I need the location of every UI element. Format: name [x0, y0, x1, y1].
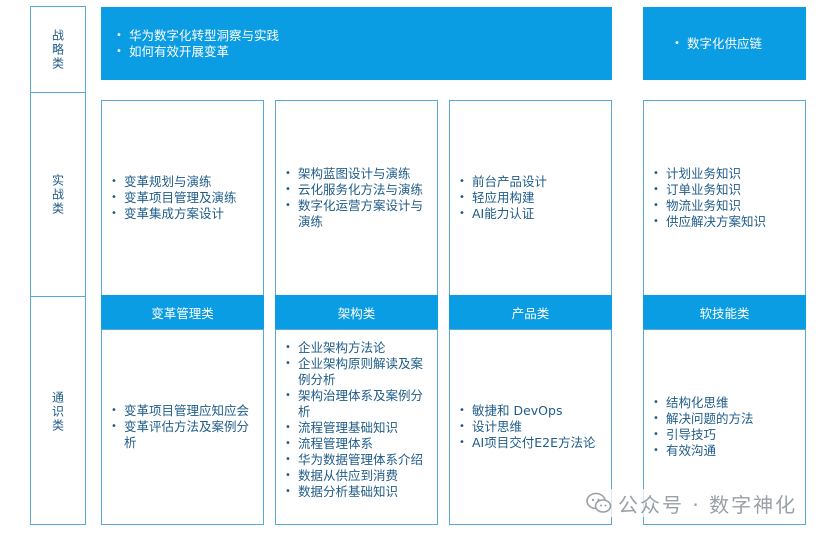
practice-change-box: 变革规划与演练 变革项目管理及演练 变革集成方案设计 — [101, 100, 264, 296]
practice-supply-list: 计划业务知识 订单业务知识 物流业务知识 供应解决方案知识 — [648, 166, 799, 230]
header-soft-skills: 软技能类 — [643, 295, 806, 330]
general-architecture-box: 企业架构方法论 企业架构原则解读及案例分析 架构治理体系及案例分析 流程管理基础… — [275, 329, 438, 525]
category-strategy: 战略类 — [31, 7, 85, 93]
list-item: 结构化思维 — [648, 395, 799, 411]
strategy-right-list: 数字化供应链 — [669, 36, 806, 52]
list-item: 变革集成方案设计 — [106, 206, 257, 222]
list-item: 数字化运营方案设计与演练 — [280, 198, 429, 230]
list-item: 流程管理体系 — [280, 436, 429, 452]
list-item: 云化服务化方法与演练 — [280, 182, 429, 198]
category-practice: 实战类 — [31, 93, 85, 297]
category-label-practice: 实战类 — [50, 173, 65, 216]
general-change-list: 变革项目管理应知应会 变革评估方法及案例分析 — [106, 403, 255, 451]
list-item: 前台产品设计 — [454, 174, 603, 190]
list-item: 敏捷和 DevOps — [454, 403, 603, 419]
strategy-main-band: 华为数字化转型洞察与实践 如何有效开展变革 — [101, 7, 612, 80]
watermark: 公众号 · 数字神化 — [582, 489, 802, 517]
list-item: 流程管理基础知识 — [280, 420, 429, 436]
list-item: 架构治理体系及案例分析 — [280, 388, 429, 420]
list-item: 企业架构原则解读及案例分析 — [280, 356, 429, 388]
list-item: 物流业务知识 — [648, 198, 799, 214]
practice-architecture-box: 架构蓝图设计与演练 云化服务化方法与演练 数字化运营方案设计与演练 — [275, 100, 438, 296]
list-item: AI项目交付E2E方法论 — [454, 435, 603, 451]
wechat-icon — [586, 492, 612, 513]
list-item: 供应解决方案知识 — [648, 214, 799, 230]
list-item: 企业架构方法论 — [280, 340, 429, 356]
category-label-general: 通识类 — [50, 390, 65, 433]
list-item: AI能力认证 — [454, 206, 603, 222]
practice-product-box: 前台产品设计 轻应用构建 AI能力认证 — [449, 100, 612, 296]
general-soft-list: 结构化思维 解决问题的方法 引导技巧 有效沟通 — [648, 395, 799, 459]
watermark-text: 公众号 · 数字神化 — [618, 492, 798, 517]
general-product-list: 敏捷和 DevOps 设计思维 AI项目交付E2E方法论 — [454, 403, 603, 451]
general-change-box: 变革项目管理应知应会 变革评估方法及案例分析 — [101, 329, 264, 525]
practice-architecture-list: 架构蓝图设计与演练 云化服务化方法与演练 数字化运营方案设计与演练 — [280, 166, 429, 230]
list-item: 变革项目管理及演练 — [106, 190, 257, 206]
list-item: 订单业务知识 — [648, 182, 799, 198]
list-item: 如何有效开展变革 — [111, 44, 612, 60]
strategy-main-list: 华为数字化转型洞察与实践 如何有效开展变革 — [111, 28, 612, 60]
list-item: 变革评估方法及案例分析 — [106, 419, 255, 451]
category-column: 战略类 实战类 通识类 — [30, 6, 86, 525]
list-item: 数据从供应到消费 — [280, 468, 429, 484]
list-item: 华为数字化转型洞察与实践 — [111, 28, 612, 44]
list-item: 计划业务知识 — [648, 166, 799, 182]
header-product: 产品类 — [449, 295, 612, 330]
list-item: 数据分析基础知识 — [280, 484, 429, 500]
list-item: 变革规划与演练 — [106, 174, 257, 190]
list-item: 引导技巧 — [648, 427, 799, 443]
list-item: 轻应用构建 — [454, 190, 603, 206]
strategy-right-band: 数字化供应链 — [643, 7, 806, 80]
practice-change-list: 变革规划与演练 变革项目管理及演练 变革集成方案设计 — [106, 174, 257, 222]
practice-supply-box: 计划业务知识 订单业务知识 物流业务知识 供应解决方案知识 — [643, 100, 806, 296]
header-architecture: 架构类 — [275, 295, 438, 330]
category-label-strategy: 战略类 — [50, 28, 65, 71]
list-item: 解决问题的方法 — [648, 411, 799, 427]
practice-product-list: 前台产品设计 轻应用构建 AI能力认证 — [454, 174, 603, 222]
list-item: 架构蓝图设计与演练 — [280, 166, 429, 182]
list-item: 华为数据管理体系介绍 — [280, 452, 429, 468]
header-change: 变革管理类 — [101, 295, 264, 330]
list-item: 数字化供应链 — [669, 36, 806, 52]
list-item: 变革项目管理应知应会 — [106, 403, 255, 419]
category-general: 通识类 — [31, 297, 85, 526]
general-architecture-list: 企业架构方法论 企业架构原则解读及案例分析 架构治理体系及案例分析 流程管理基础… — [280, 340, 429, 500]
list-item: 有效沟通 — [648, 443, 799, 459]
list-item: 设计思维 — [454, 419, 603, 435]
